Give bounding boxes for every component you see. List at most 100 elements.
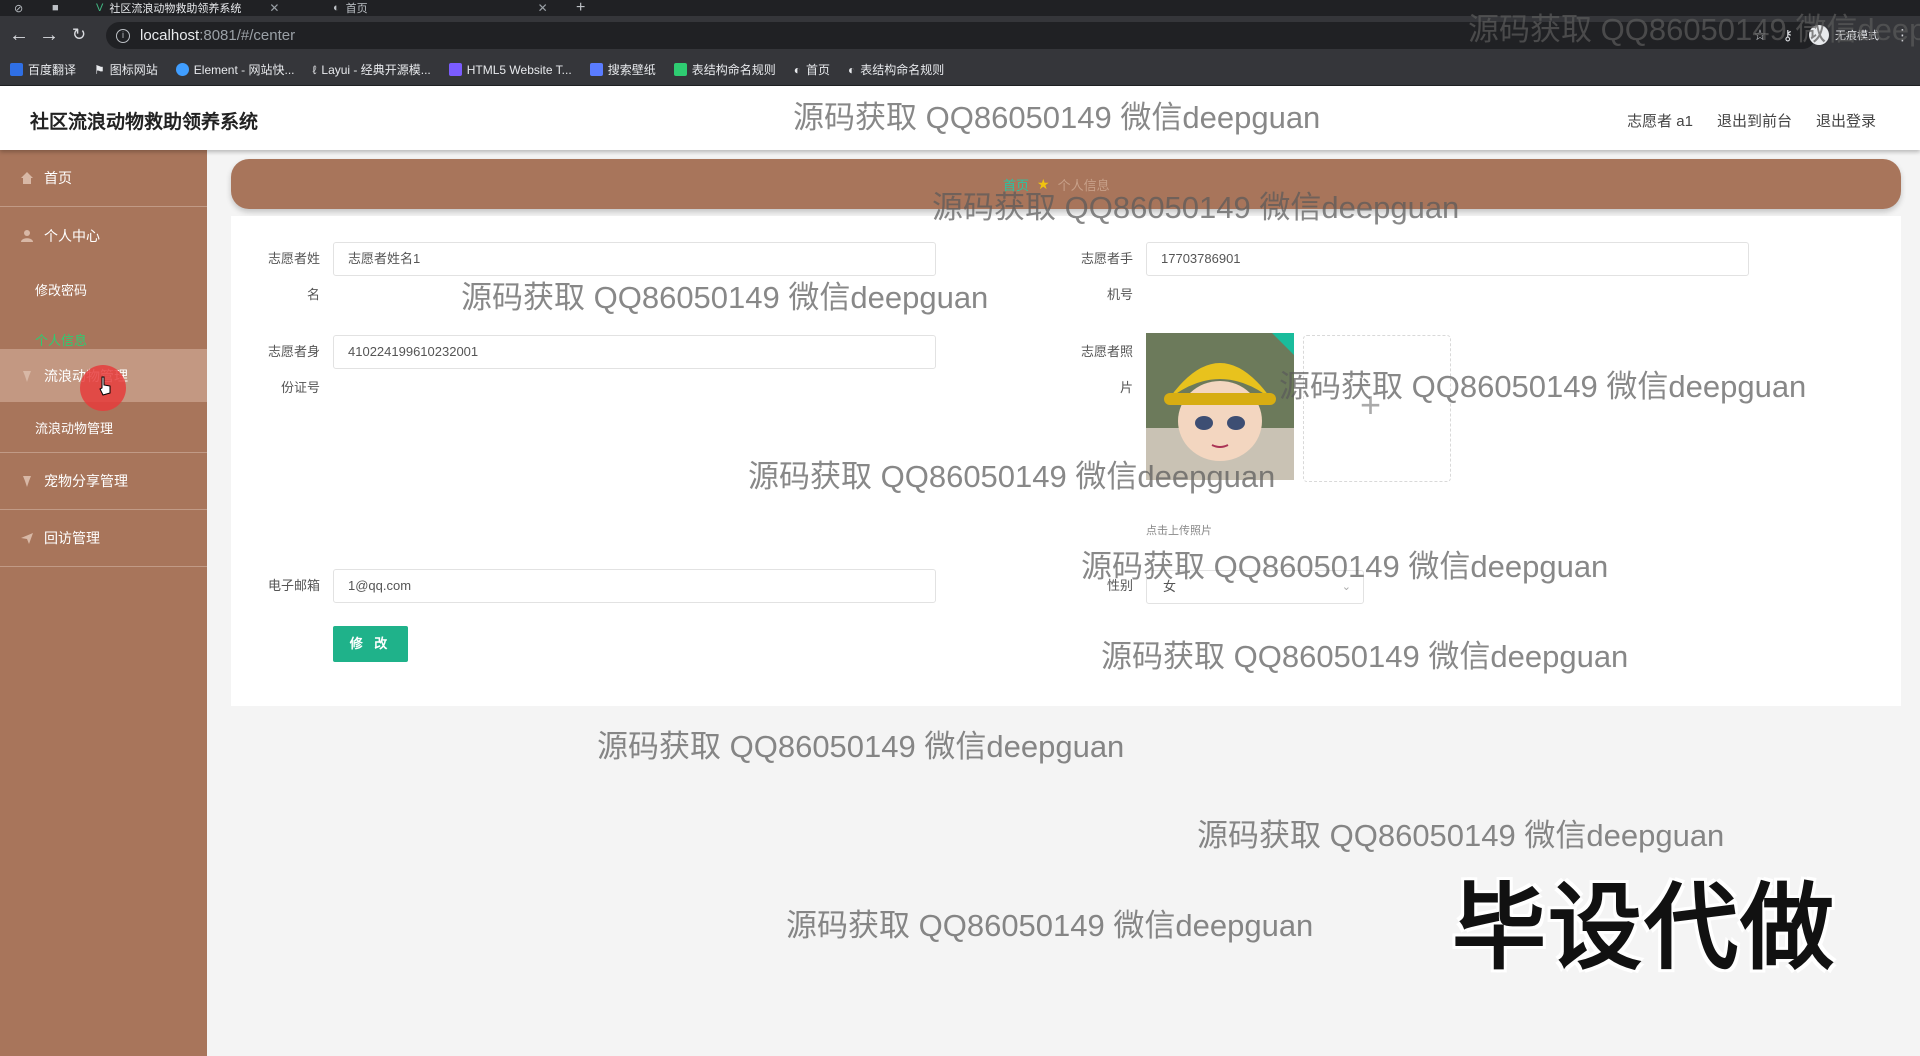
bookmark-label: 首页 xyxy=(805,63,830,77)
more-icon[interactable]: ⋮ xyxy=(1895,26,1910,44)
globe-icon: ◐ xyxy=(847,62,856,77)
sidebar-item-visit[interactable]: 回访管理 xyxy=(0,510,207,567)
bookmark-item[interactable]: ◐ 首页 xyxy=(794,61,830,78)
avatar-image xyxy=(1146,333,1294,480)
hand-cursor-icon xyxy=(99,376,111,396)
globe-icon: ◐ xyxy=(333,2,340,14)
sidebar-subitem-change-password[interactable]: 修改密码 xyxy=(0,264,207,315)
sidebar-item-label: 修改密码 xyxy=(35,283,88,298)
email-label: 电子邮箱 xyxy=(267,578,320,593)
idcard-label: 志愿者身份证号 xyxy=(267,344,320,395)
sidebar: 首页 个人中心 修改密码 个人信息 流浪动物管理 流浪动物管理 宠物分享管理 回… xyxy=(0,150,207,1056)
gender-value: 女 xyxy=(1163,579,1177,594)
sidebar-item-label: 首页 xyxy=(44,170,72,186)
app-title: 社区流浪动物救助领养系统 xyxy=(30,112,259,133)
flag-icon: ⚑ xyxy=(94,62,105,77)
breadcrumb: 首页 ★ 个人信息 xyxy=(1003,175,1110,194)
tab-home[interactable]: ◐ 首页 ✕ xyxy=(333,0,548,16)
baidu-translate-icon xyxy=(10,63,23,76)
bookmark-item[interactable]: 搜索壁纸 xyxy=(589,61,656,78)
close-icon[interactable]: ✕ xyxy=(269,1,279,15)
star-icon[interactable]: ☆ xyxy=(1753,26,1766,44)
back-to-front-link[interactable]: 退出到前台 xyxy=(1717,110,1792,131)
bookmarks-bar: 百度翻译 ⚑ 图标网站 Element - 网站快... ℓ Layui - 经典开… xyxy=(0,54,1920,86)
breadcrumb-home[interactable]: 首页 xyxy=(1003,175,1029,194)
pin-icon xyxy=(23,370,31,382)
star-icon: ★ xyxy=(1037,176,1050,192)
table-icon xyxy=(673,63,687,76)
home-icon xyxy=(21,172,33,184)
sidebar-item-label: 回访管理 xyxy=(44,530,100,546)
html5-icon xyxy=(448,63,462,76)
watermark: 源码获取 QQ86050149 微信deepguan xyxy=(1197,818,1725,853)
sidebar-subitem-personal-info[interactable]: 个人信息 xyxy=(0,315,207,349)
key-icon[interactable]: ⚷ xyxy=(1783,27,1793,44)
photo-label: 志愿者照片 xyxy=(1080,344,1133,395)
idcard-input[interactable]: 410224199610232001 xyxy=(333,335,936,369)
address-bar[interactable]: i localhost:8081/#/center xyxy=(106,22,1816,49)
sidebar-item-pet-share[interactable]: 宠物分享管理 xyxy=(0,453,207,510)
incognito-badge[interactable]: 无痕模式 xyxy=(1809,25,1879,45)
name-input[interactable]: 志愿者姓名1 xyxy=(333,242,936,276)
bookmark-item[interactable]: Element - 网站快... xyxy=(175,61,295,78)
sidebar-item-label: 个人中心 xyxy=(44,227,100,244)
globe-icon: ◐ xyxy=(793,62,801,77)
browser-tab-strip: ⊘ ■ V 社区流浪动物救助领养系统 ✕ ◐ 首页 ✕ + xyxy=(0,0,1920,16)
browser-toolbar: ← → ↻ i localhost:8081/#/center ☆ ⚷ 无痕模式… xyxy=(0,16,1920,54)
app-header: 社区流浪动物救助领养系统 志愿者 a1 退出到前台 退出登录 xyxy=(0,86,1920,150)
bookmark-item[interactable]: 百度翻译 xyxy=(10,61,76,78)
email-input[interactable]: 1@qq.com xyxy=(333,569,936,603)
bookmark-label: 搜索壁纸 xyxy=(607,63,656,77)
sidebar-item-home[interactable]: 首页 xyxy=(0,150,207,207)
incognito-icon xyxy=(1809,25,1829,45)
bookmark-item[interactable]: ◐ 表结构命名规则 xyxy=(848,61,944,78)
submit-button[interactable]: 修 改 xyxy=(333,626,408,662)
logout-link[interactable]: 退出登录 xyxy=(1816,110,1876,131)
bookmark-item[interactable]: ⚑ 图标网站 xyxy=(94,61,158,78)
url-path: :8081/#/center xyxy=(199,27,296,44)
sidebar-item-stray-group[interactable]: 流浪动物管理 xyxy=(0,349,207,411)
bookmark-label: HTML5 Website T... xyxy=(466,62,572,77)
sidebar-item-personal-center[interactable]: 个人中心 xyxy=(0,207,207,264)
phone-input[interactable]: 17703786901 xyxy=(1146,242,1749,276)
bookmark-label: 表结构命名规则 xyxy=(860,63,945,77)
url-host: localhost xyxy=(140,27,200,44)
watermark: 源码获取 QQ86050149 微信deepguan xyxy=(597,729,1125,764)
tab-home-title: 首页 xyxy=(345,3,368,15)
bookmark-label: 百度翻译 xyxy=(28,63,77,77)
bookmark-label: 表结构命名规则 xyxy=(691,63,776,77)
plus-icon: + xyxy=(1360,384,1382,425)
watermark: 源码获取 QQ86050149 微信deepguan xyxy=(786,908,1314,943)
volunteer-photo[interactable] xyxy=(1146,333,1294,480)
bookmark-item[interactable]: ℓ Layui - 经典开源模... xyxy=(313,61,431,78)
incognito-label: 无痕模式 xyxy=(1835,30,1879,42)
watermark-banner: 毕设代做 xyxy=(1452,875,1837,980)
share-icon xyxy=(23,476,31,487)
sidebar-item-label: 宠物分享管理 xyxy=(44,473,128,489)
reload-icon[interactable]: ↻ xyxy=(64,25,94,45)
gender-label: 性别 xyxy=(1106,578,1133,593)
element-icon xyxy=(175,63,189,76)
back-icon[interactable]: ← xyxy=(4,24,34,47)
name-label: 志愿者姓名 xyxy=(267,251,320,302)
bookmark-item[interactable]: 表结构命名规则 xyxy=(673,61,776,78)
sidebar-item-label: 流浪动物管理 xyxy=(35,420,114,436)
new-tab-icon[interactable]: + xyxy=(576,0,585,16)
gender-select[interactable]: 女 ⌄ xyxy=(1146,570,1364,604)
tab-app[interactable]: V 社区流浪动物救助领养系统 ✕ xyxy=(96,0,279,16)
phone-label: 志愿者手机号 xyxy=(1080,251,1133,302)
bookmark-label: Element - 网站快... xyxy=(193,63,295,77)
close-icon[interactable]: ✕ xyxy=(538,1,548,15)
info-icon[interactable]: i xyxy=(116,28,130,43)
tab-search-icon[interactable]: ■ xyxy=(52,0,59,16)
vue-icon: V xyxy=(96,2,104,14)
current-user: 志愿者 a1 xyxy=(1627,113,1693,130)
bookmark-item[interactable]: HTML5 Website T... xyxy=(448,62,572,77)
breadcrumb-bar: 首页 ★ 个人信息 xyxy=(231,159,1901,209)
bookmark-label: 图标网站 xyxy=(109,63,158,77)
profile-form-card xyxy=(231,216,1901,706)
chevron-down-icon: ⌄ xyxy=(1341,581,1351,593)
browser-menu-icon[interactable]: ⊘ xyxy=(14,0,23,16)
upload-hint: 点击上传照片 xyxy=(1146,525,1212,537)
forward-icon[interactable]: → xyxy=(34,24,64,47)
